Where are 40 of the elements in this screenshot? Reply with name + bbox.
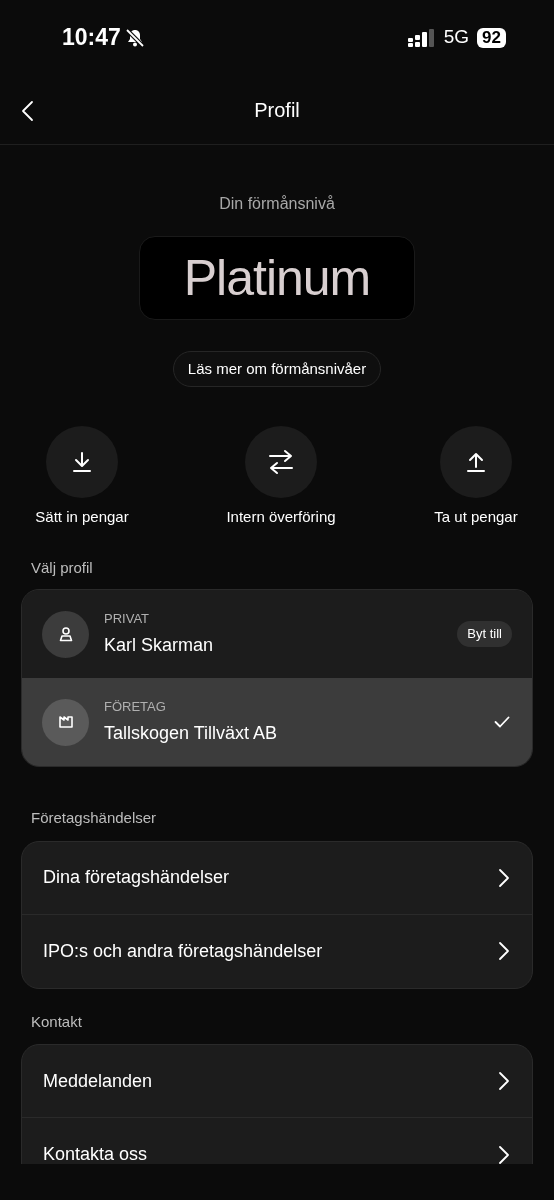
chevron-right-icon: [498, 1071, 510, 1091]
section-title: Företagshändelser: [30, 808, 158, 828]
back-icon: [20, 100, 34, 122]
action-label: Intern överföring: [226, 507, 336, 527]
upload-icon: [464, 450, 488, 474]
profile-type: FÖRETAG: [104, 698, 167, 717]
signal-icon: [407, 28, 436, 47]
tier-info-button[interactable]: Läs mer om förmånsnivåer: [172, 351, 382, 387]
menu-item-label: Dina företagshändelser: [43, 866, 230, 889]
tier-badge: Platinum: [139, 236, 415, 320]
menu-item[interactable]: Meddelanden: [22, 1045, 532, 1118]
menu-item-label: Kontakta oss: [43, 1143, 148, 1164]
profile-type: PRIVAT: [104, 610, 151, 629]
checkmark-icon: [494, 716, 510, 728]
menu-item[interactable]: Dina företagshändelser: [22, 841, 532, 915]
switch-button[interactable]: Byt till: [457, 621, 512, 647]
chevron-right-icon: [498, 867, 510, 888]
profile-row[interactable]: FÖRETAG Tallskogen Tillväxt AB: [22, 678, 532, 766]
action-label: Ta ut pengar: [434, 507, 518, 527]
action-label: Sätt in pengar: [35, 507, 129, 527]
profile-name: Tallskogen Tillväxt AB: [104, 721, 279, 745]
swap-arrows-icon: [267, 449, 295, 475]
factory-icon: [58, 716, 73, 728]
section-title: Kontakt: [30, 1011, 83, 1032]
battery-indicator: 92: [477, 27, 506, 48]
chevron-right-icon: [498, 1144, 510, 1164]
status-time: 10:47: [62, 23, 121, 53]
profile-name: Karl Skarman: [104, 633, 215, 657]
tier-caption: Din förmånsnivå: [219, 194, 335, 214]
section-title: Välj profil: [30, 557, 94, 578]
menu-item-label: IPO:s och andra företagshändelser: [43, 939, 323, 963]
page-title: Profil: [254, 97, 300, 123]
chevron-right-icon: [498, 941, 510, 961]
download-icon: [70, 450, 94, 474]
menu-item[interactable]: Kontakta oss: [22, 1118, 532, 1164]
person-icon: [58, 626, 73, 642]
network-label: 5G: [443, 25, 470, 50]
back-button[interactable]: [20, 100, 34, 122]
menu-item[interactable]: IPO:s och andra företagshändelser: [22, 914, 532, 988]
menu-item-label: Meddelanden: [43, 1069, 153, 1093]
